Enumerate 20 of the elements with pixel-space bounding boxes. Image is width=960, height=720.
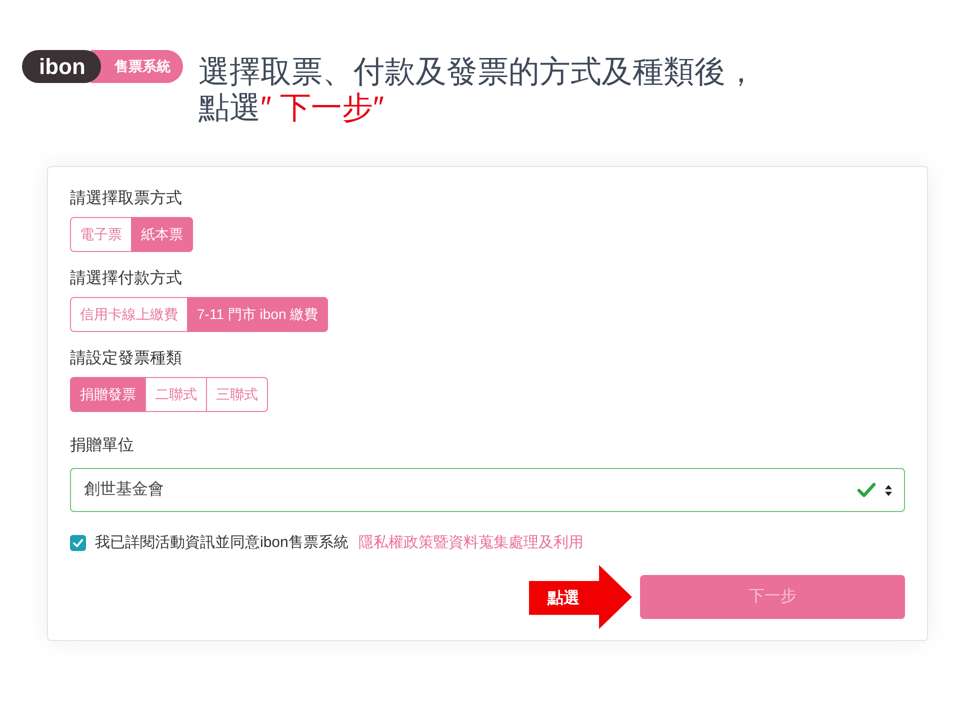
field-label: 捐贈單位 <box>70 436 135 456</box>
field-label: 請設定發票種類 <box>70 348 183 369</box>
sort-icon <box>885 484 892 496</box>
option-button[interactable]: 電子票 <box>70 217 132 252</box>
field-label: 請選擇取票方式 <box>70 188 183 209</box>
checkbox[interactable] <box>70 535 86 551</box>
instruction-heading: 選擇取票、付款及發票的方式及種類後， 點選″ 下一步″ <box>198 54 756 126</box>
option-button[interactable]: 捐贈發票 <box>70 377 146 412</box>
option-button[interactable]: 紙本票 <box>131 217 193 252</box>
donation-select[interactable]: 創世基金會 <box>70 468 905 512</box>
logo-tag: 售票系統 <box>91 50 184 83</box>
option-button[interactable]: 7-11 門市 ibon 繳費 <box>187 297 328 332</box>
option-button[interactable]: 信用卡線上繳費 <box>70 297 188 332</box>
check-icon <box>857 482 876 498</box>
option-button[interactable]: 三聯式 <box>206 377 268 412</box>
agreement-text: 我已詳閱活動資訊並同意ibon售票系統 <box>95 532 348 553</box>
logo-wordmark: ibon <box>22 50 102 83</box>
field-label: 請選擇付款方式 <box>70 268 183 289</box>
privacy-policy-link[interactable]: 隱私權政策暨資料蒐集處理及利用 <box>358 532 584 554</box>
option-button[interactable]: 二聯式 <box>145 377 207 412</box>
